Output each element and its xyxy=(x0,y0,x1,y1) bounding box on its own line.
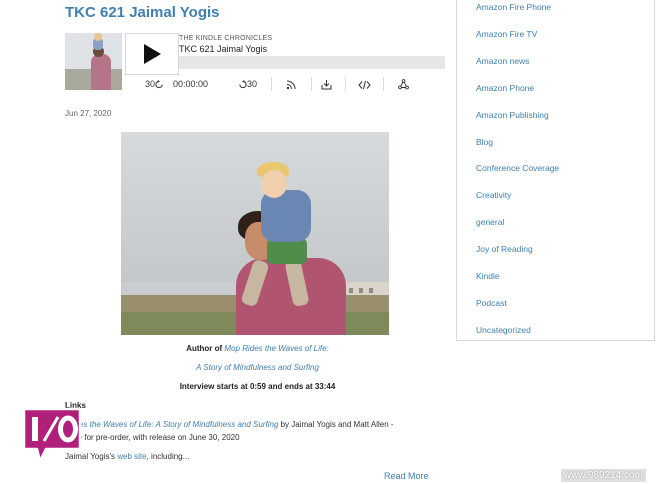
sidebar-category-link[interactable]: general xyxy=(476,217,504,227)
rewind-30-button[interactable]: 30 xyxy=(145,77,164,91)
author-photo xyxy=(121,132,389,335)
forward-30-label: 30 xyxy=(247,79,258,89)
play-icon xyxy=(144,44,161,64)
sidebar-category-link[interactable]: Conference Coverage xyxy=(476,163,559,173)
categories-sidebar: Amazon Fire Phone Amazon Fire TV Amazon ne… xyxy=(456,0,655,341)
web-site-link[interactable]: web site xyxy=(117,452,146,461)
rewind-30-icon xyxy=(155,80,163,89)
podcast-episode-name: TKC 621 Jaimal Yogis xyxy=(179,44,268,54)
episode-cover-image xyxy=(65,33,122,90)
embed-icon xyxy=(358,80,371,89)
sidebar-category-link[interactable]: Amazon news xyxy=(476,56,529,66)
play-button[interactable] xyxy=(125,33,179,75)
time-display: 00:00:00 xyxy=(173,79,209,89)
forward-30-icon xyxy=(239,80,247,89)
caption-interview-times: Interview starts at 0:59 and ends at 33:… xyxy=(179,382,336,391)
read-more-link[interactable]: Read More xyxy=(384,471,429,481)
sidebar-category-link[interactable]: Kindle xyxy=(476,271,500,281)
book-subtitle-link[interactable]: A Story of Mindfulness and Surfing xyxy=(196,363,319,372)
sidebar-category-link[interactable]: Amazon Publishing xyxy=(476,110,549,120)
progress-bar[interactable] xyxy=(179,56,445,69)
book-title-link[interactable]: Mop Rides the Waves of Life: xyxy=(224,344,328,353)
sidebar-category-link[interactable]: Joy of Reading xyxy=(476,244,533,254)
sidebar-category-link[interactable]: Podcast xyxy=(476,298,507,308)
rss-button[interactable] xyxy=(286,77,296,91)
download-icon xyxy=(321,80,332,90)
caption-prefix: Author of xyxy=(186,344,225,353)
sidebar-category-link[interactable]: Blog xyxy=(476,137,493,147)
caption-author-of: Author of Mop Rides the Waves of Life: xyxy=(65,344,450,353)
post-date: Jun 27, 2020 xyxy=(65,109,112,118)
rewind-30-label: 30 xyxy=(145,79,156,89)
embed-button[interactable] xyxy=(358,77,371,91)
share-icon xyxy=(398,79,409,90)
player-controls: 30 00:00:00 30 xyxy=(145,77,445,91)
podcast-show-name: THE KINDLE CHRONICLES xyxy=(179,35,273,42)
sidebar-category-link[interactable]: Amazon Fire Phone xyxy=(476,2,551,12)
post-column: TKC 621 Jaimal Yogis THE KINDLE CHRONICL… xyxy=(65,0,450,484)
caption-subtitle: A Story of Mindfulness and Surfing xyxy=(65,363,450,372)
podcast-player: THE KINDLE CHRONICLES TKC 621 Jaimal Yog… xyxy=(65,33,445,91)
post-title[interactable]: TKC 621 Jaimal Yogis xyxy=(65,4,220,21)
rss-icon xyxy=(286,80,296,89)
download-button[interactable] xyxy=(321,77,332,91)
links-item-1: Rides the Waves of Life: A Story of Mind… xyxy=(67,420,394,429)
share-button[interactable] xyxy=(398,77,409,91)
forward-30-button[interactable]: 30 xyxy=(238,77,257,91)
io-logo-icon xyxy=(22,407,82,462)
watermark-text: www.989214.com xyxy=(561,469,646,482)
sidebar-category-link[interactable]: Creativity xyxy=(476,190,511,200)
sidebar-category-link[interactable]: Uncategorized xyxy=(476,325,531,335)
book-link[interactable]: Rides the Waves of Life: A Story of Mind… xyxy=(67,420,278,429)
sidebar-category-link[interactable]: Amazon Phone xyxy=(476,83,534,93)
links-item-1-cont: able for pre-order, with release on June… xyxy=(67,433,240,442)
sidebar-category-link[interactable]: Amazon Fire TV xyxy=(476,29,537,39)
